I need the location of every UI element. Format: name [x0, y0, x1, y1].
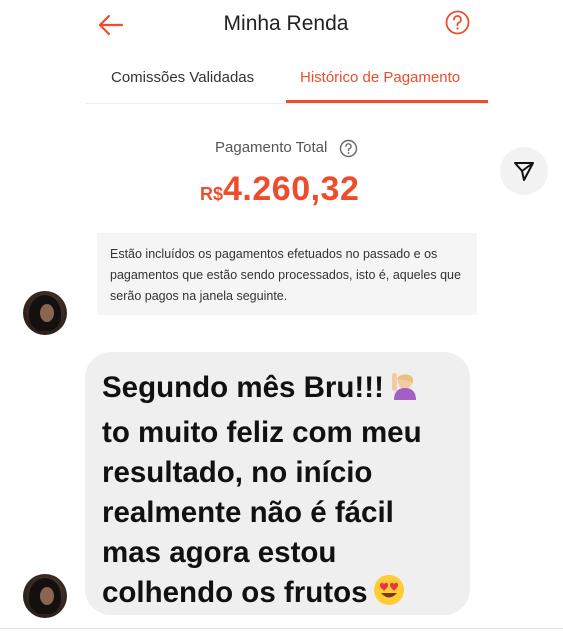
avatar[interactable] [23, 291, 67, 335]
raising-hand-emoji [388, 370, 420, 413]
share-button[interactable] [500, 147, 548, 195]
info-note: Estão incluídos os pagamentos efetuados … [97, 233, 477, 315]
tab-comissoes-validadas[interactable]: Comissões Validadas [111, 69, 254, 86]
message-line: resultado, no início [102, 456, 373, 489]
total-label-row: Pagamento Total [0, 137, 563, 161]
heart-eyes-emoji [372, 573, 406, 618]
message-text: Segundo mês Bru!!! to muito feliz com me… [102, 368, 456, 618]
currency-symbol: R$ [200, 184, 224, 204]
message-line: realmente não é fácil [102, 496, 394, 529]
tab-historico-pagamento[interactable]: Histórico de Pagamento [300, 69, 460, 86]
active-tab-indicator [286, 100, 488, 103]
total-amount: R$4.260,32 [200, 170, 359, 209]
message-bubble[interactable]: Segundo mês Bru!!! to muito feliz com me… [85, 352, 470, 615]
amount-value: 4.260,32 [223, 170, 360, 208]
send-icon [514, 162, 534, 181]
avatar[interactable] [23, 574, 67, 618]
app-header: Minha Renda [0, 0, 563, 52]
total-label: Pagamento Total [215, 139, 328, 156]
divider [0, 628, 563, 629]
page-title: Minha Renda [223, 12, 349, 35]
message-line: colhendo os frutos [102, 573, 456, 618]
question-circle-icon [445, 10, 470, 35]
question-circle-icon [339, 139, 358, 158]
message-line: mas agora estou [102, 536, 337, 569]
tab-bar: Comissões Validadas Histórico de Pagamen… [86, 58, 488, 104]
message-line: Segundo mês Bru!!! [102, 368, 456, 413]
total-help-button[interactable] [339, 139, 358, 158]
help-button[interactable] [444, 9, 471, 36]
message-line: to muito feliz com meu [102, 416, 422, 449]
